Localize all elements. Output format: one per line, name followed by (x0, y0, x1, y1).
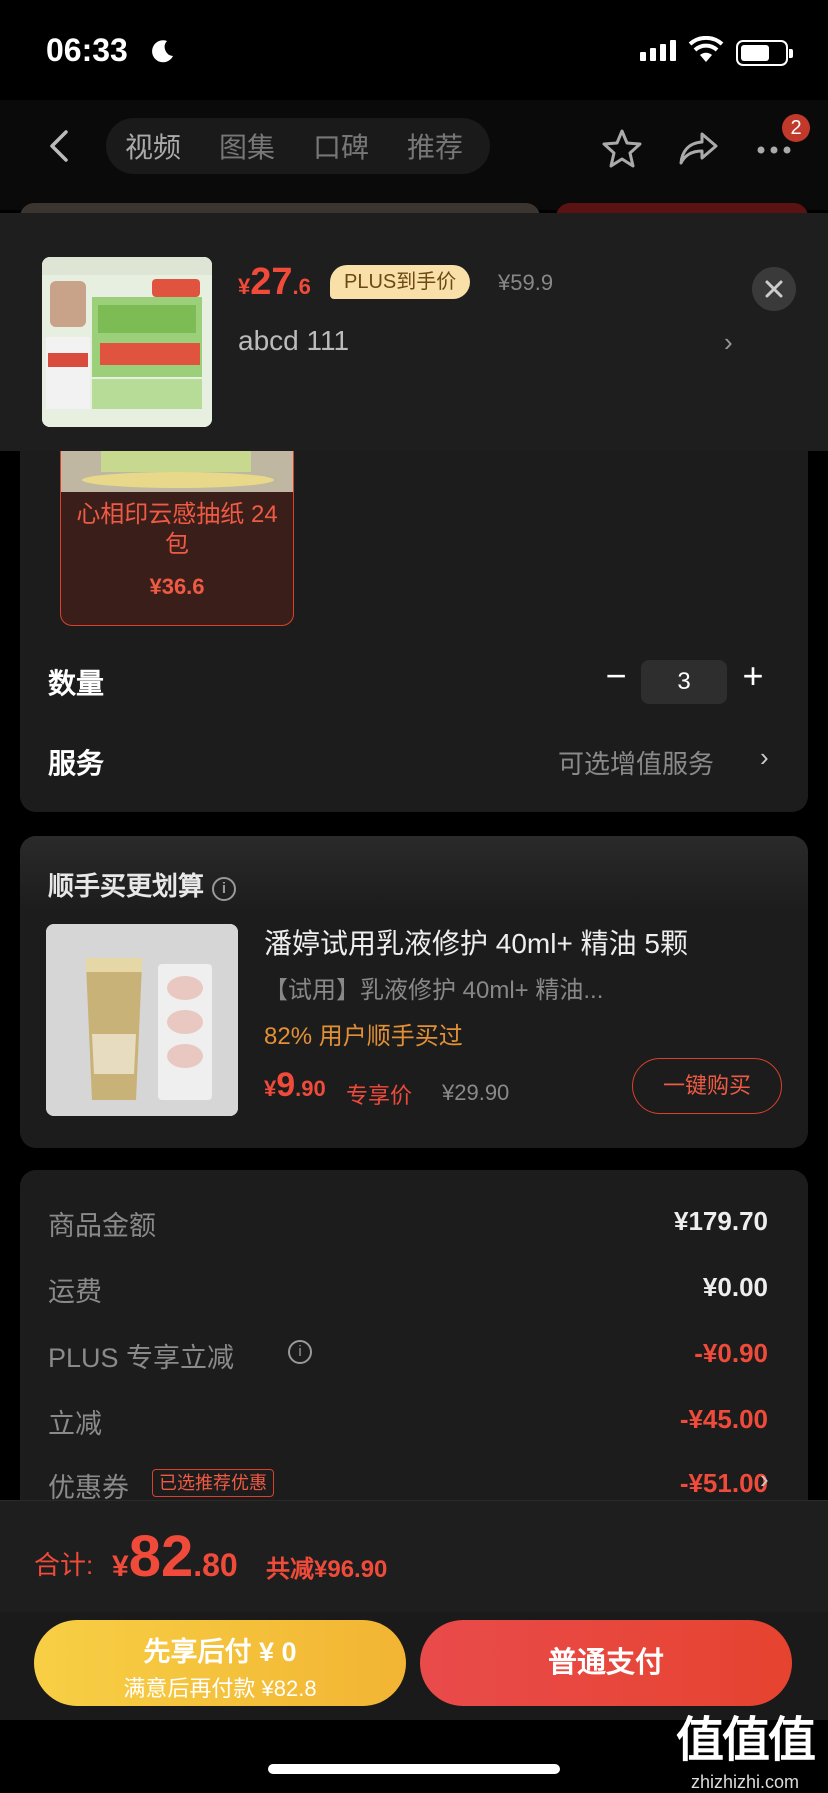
total-discount: 共减¥96.90 (266, 1556, 388, 1583)
tab-reviews[interactable]: 口碑 (294, 126, 388, 166)
bundle-title: 顺手买更划算 i (48, 866, 237, 903)
moon-icon (152, 40, 173, 63)
product-thumbnail (42, 257, 212, 427)
notification-badge: 2 (782, 114, 810, 142)
quantity-input[interactable]: 3 (641, 660, 727, 704)
info-icon[interactable]: i (212, 877, 237, 901)
bundle-original-price: ¥29.90 (442, 1080, 510, 1105)
price-summary: 商品金额 ¥179.70 运费 ¥0.00 PLUS 专享立减 i -¥0.90… (20, 1170, 808, 1503)
total-label: 合计: (34, 1550, 94, 1580)
plus-price-tag: PLUS到手价 (330, 265, 471, 299)
bundle-price: ¥9.90 (264, 1066, 326, 1104)
summary-row-plus-discount: PLUS 专享立减 i -¥0.90 (48, 1338, 768, 1373)
one-click-buy-button[interactable]: 一键购买 (632, 1058, 782, 1114)
exclusive-price-label: 专享价 (346, 1083, 413, 1108)
tab-video[interactable]: 视频 (106, 126, 200, 166)
variant-price: ¥36.6 (149, 574, 205, 599)
bundle-purchase-stat: 82% 用户顺手买过 (264, 1023, 463, 1050)
total-bar: 合计: ¥82.80 共减¥96.90 (0, 1500, 828, 1612)
product-header: 视频 图集 口碑 推荐 2 (0, 100, 828, 210)
service-label: 服务 (48, 748, 105, 779)
wifi-icon (688, 36, 724, 62)
quantity-label: 数量 (48, 668, 105, 699)
info-icon[interactable]: i (288, 1340, 312, 1364)
total-amount: ¥82.80 (112, 1524, 238, 1589)
selected-spec[interactable]: abcd 111 (238, 325, 349, 357)
star-icon[interactable] (600, 126, 644, 170)
variant-option-selected[interactable]: 心相印云感抽纸 24包 ¥36.6 (60, 440, 294, 626)
back-icon[interactable] (42, 128, 78, 164)
variant-name: 心相印云感抽纸 24包 (76, 501, 278, 558)
coupon-status-tag: 已选推荐优惠 (152, 1469, 274, 1497)
pay-later-button[interactable]: 先享后付 ¥ 0 满意后再付款 ¥82.8 (34, 1620, 406, 1706)
share-icon[interactable] (676, 126, 720, 170)
quantity-increment-button[interactable]: + (733, 658, 773, 698)
tab-gallery[interactable]: 图集 (200, 126, 294, 166)
chevron-right-icon[interactable]: › (724, 327, 733, 358)
options-panel: 心相印云感抽纸 24包 ¥36.6 数量 − 3 + 服务 可选增值服务 › (20, 440, 808, 812)
bundle-product-name[interactable]: 潘婷试用乳液修护 40ml+ 精油 5颗 (264, 922, 688, 962)
status-bar: 06:33 (0, 0, 828, 100)
product-price: ¥27.6 (238, 261, 311, 303)
chevron-right-icon[interactable]: › (760, 742, 769, 773)
status-time: 06:33 (46, 32, 128, 68)
original-price: ¥59.9 (498, 270, 554, 295)
bundle-offer-card: 顺手买更划算 i 潘婷试用乳液修护 40ml+ 精油 5颗 【试用】乳液修护 40… (20, 836, 808, 1148)
selected-product-card: ¥27.6 PLUS到手价 ¥59.9 abcd 111 › (0, 213, 828, 451)
chevron-right-icon[interactable]: › (760, 1464, 769, 1495)
home-indicator[interactable] (268, 1764, 560, 1774)
summary-row-shipping: 运费 ¥0.00 (48, 1272, 768, 1307)
tab-recommend[interactable]: 推荐 (388, 126, 482, 166)
bundle-product-subtitle: 【试用】乳液修护 40ml+ 精油... (264, 977, 604, 1004)
bundle-product-image[interactable] (46, 924, 238, 1116)
service-value[interactable]: 可选增值服务 (558, 744, 714, 781)
content-tabs: 视频 图集 口碑 推荐 (106, 118, 490, 174)
normal-pay-button[interactable]: 普通支付 (420, 1620, 792, 1706)
watermark-logo: 值值值 zhizhizhi.com (676, 1714, 816, 1792)
cellular-signal-icon (640, 40, 676, 61)
close-icon[interactable] (752, 267, 796, 311)
summary-row-subtotal: 商品金额 ¥179.70 (48, 1206, 768, 1241)
quantity-decrement-button[interactable]: − (596, 658, 636, 698)
summary-row-instant-discount: 立减 -¥45.00 (48, 1404, 768, 1439)
battery-icon (736, 40, 793, 66)
